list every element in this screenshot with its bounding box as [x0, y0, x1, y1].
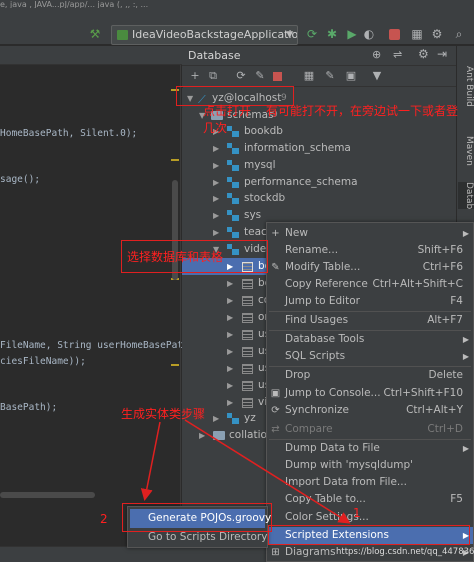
arrow-to-scripted-extensions	[184, 419, 351, 524]
annotation-arrows	[140, 419, 351, 524]
arrow-to-generate-pojos	[140, 421, 161, 501]
watermark-text: https://blog.csdn.net/qq_44783634	[336, 547, 474, 557]
